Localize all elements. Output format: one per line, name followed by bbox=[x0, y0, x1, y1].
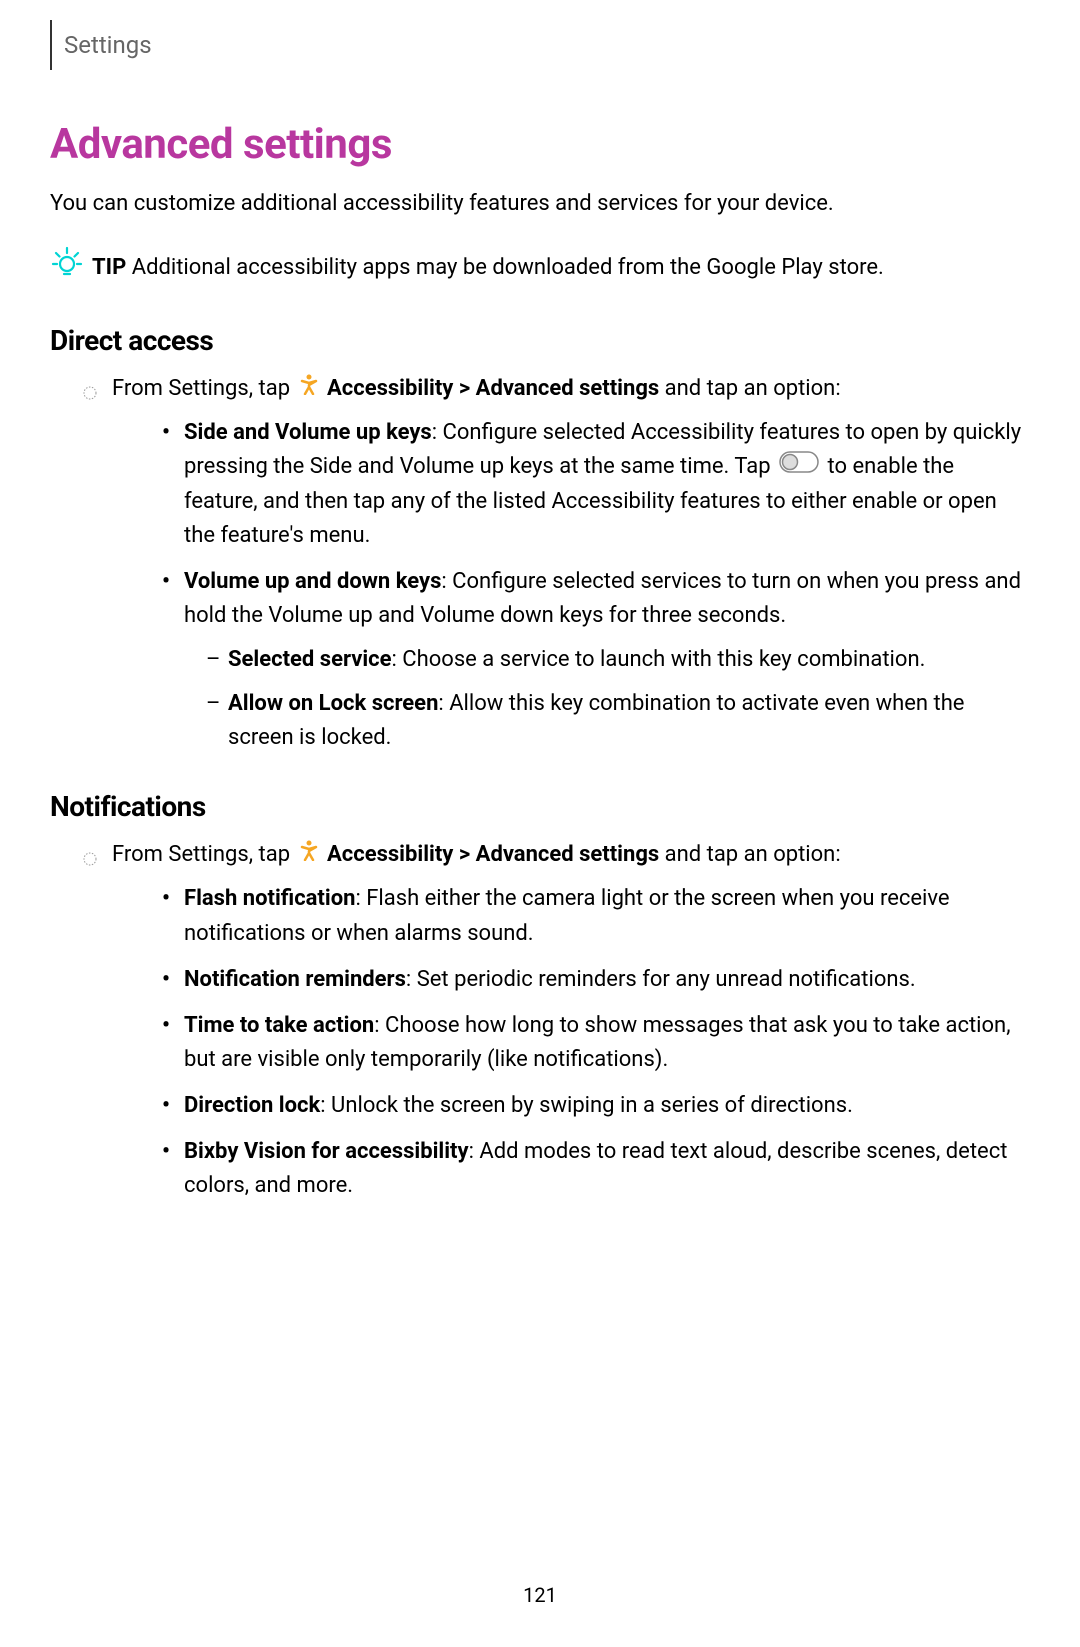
bullet-bold: Volume up and down keys bbox=[184, 569, 441, 594]
instruction-text: From Settings, tap bbox=[112, 842, 296, 867]
instruction-row: From Settings, tap Accessibility > Advan… bbox=[82, 372, 1030, 755]
bullet-direction-lock: Direction lock: Unlock the screen by swi… bbox=[162, 1089, 1030, 1123]
lightbulb-icon bbox=[50, 245, 84, 289]
dash-text: : Choose a service to launch with this k… bbox=[392, 647, 926, 672]
tip-label: TIP bbox=[92, 255, 126, 280]
bullet-bold: Direction lock bbox=[184, 1093, 320, 1118]
ring-bullet-icon bbox=[82, 378, 98, 412]
bullet-bold: Time to take action bbox=[184, 1013, 374, 1038]
bullet-time-action: Time to take action: Choose how long to … bbox=[162, 1009, 1030, 1077]
bullet-bold: Flash notification bbox=[184, 886, 355, 911]
bullet-reminders: Notification reminders: Set periodic rem… bbox=[162, 963, 1030, 997]
dash-allow-lock: Allow on Lock screen: Allow this key com… bbox=[206, 687, 1030, 755]
path-sep: > bbox=[453, 842, 475, 867]
tip-callout: TIP Additional accessibility apps may be… bbox=[50, 245, 1030, 289]
subheading-notifications: Notifications bbox=[50, 790, 1030, 823]
accessibility-icon bbox=[298, 372, 320, 406]
dash-selected-service: Selected service: Choose a service to la… bbox=[206, 643, 1030, 677]
path-accessibility: Accessibility bbox=[327, 842, 453, 867]
page-number: 121 bbox=[50, 1583, 1030, 1607]
path-advanced: Advanced settings bbox=[476, 376, 660, 401]
dash-bold: Selected service bbox=[228, 647, 392, 672]
bullet-bold: Side and Volume up keys bbox=[184, 420, 432, 445]
subheading-direct-access: Direct access bbox=[50, 324, 1030, 357]
bullet-bixby: Bixby Vision for accessibility: Add mode… bbox=[162, 1135, 1030, 1203]
instruction-row: From Settings, tap Accessibility > Advan… bbox=[82, 838, 1030, 1203]
ring-bullet-icon bbox=[82, 844, 98, 878]
path-accessibility: Accessibility bbox=[327, 376, 453, 401]
path-sep: > bbox=[453, 376, 475, 401]
dash-bold: Allow on Lock screen bbox=[228, 691, 438, 716]
intro-paragraph: You can customize additional accessibili… bbox=[50, 187, 1030, 220]
page-title: Advanced settings bbox=[50, 120, 1030, 169]
instruction-suffix: and tap an option: bbox=[659, 376, 840, 401]
section-header: Settings bbox=[50, 20, 1030, 70]
accessibility-icon bbox=[298, 838, 320, 872]
path-advanced: Advanced settings bbox=[476, 842, 660, 867]
bullet-side-volume: Side and Volume up keys: Configure selec… bbox=[162, 416, 1030, 553]
tip-text: Additional accessibility apps may be dow… bbox=[132, 255, 884, 280]
bullet-text: : Unlock the screen by swiping in a seri… bbox=[320, 1093, 853, 1118]
instruction-suffix: and tap an option: bbox=[659, 842, 840, 867]
bullet-text: : Set periodic reminders for any unread … bbox=[406, 967, 916, 992]
bullet-bold: Bixby Vision for accessibility bbox=[184, 1139, 469, 1164]
instruction-text: From Settings, tap bbox=[112, 376, 296, 401]
bullet-volume-updown: Volume up and down keys: Configure selec… bbox=[162, 565, 1030, 755]
toggle-off-icon bbox=[779, 450, 819, 484]
bullet-flash: Flash notification: Flash either the cam… bbox=[162, 882, 1030, 950]
bullet-bold: Notification reminders bbox=[184, 967, 406, 992]
